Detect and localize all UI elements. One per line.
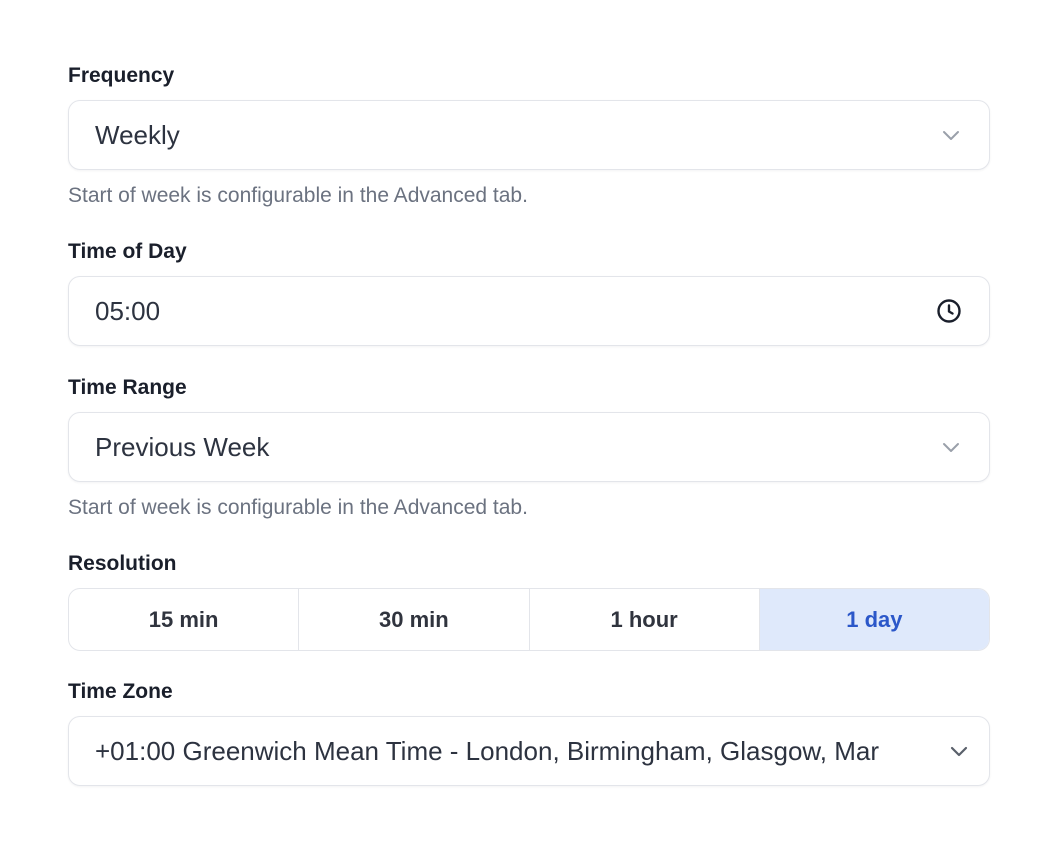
time-range-hint: Start of week is configurable in the Adv…: [68, 496, 528, 519]
time-of-day-input[interactable]: 05:00: [68, 276, 990, 346]
schedule-form: Frequency Weekly Start of week is config…: [0, 0, 1061, 841]
time-zone-select[interactable]: +01:00 Greenwich Mean Time - London, Bir…: [68, 716, 990, 786]
time-of-day-label: Time of Day: [68, 240, 187, 263]
frequency-hint: Start of week is configurable in the Adv…: [68, 184, 528, 207]
time-zone-value: +01:00 Greenwich Mean Time - London, Bir…: [95, 735, 879, 766]
frequency-value: Weekly: [95, 119, 180, 150]
time-range-select[interactable]: Previous Week: [68, 412, 990, 482]
resolution-option-1-hour[interactable]: 1 hour: [530, 589, 760, 650]
resolution-option-30-min[interactable]: 30 min: [299, 589, 530, 650]
time-range-label: Time Range: [68, 376, 187, 399]
chevron-down-icon: [950, 746, 968, 757]
frequency-select[interactable]: Weekly: [68, 100, 990, 170]
resolution-segmented-control: 15 min 30 min 1 hour 1 day: [68, 588, 990, 651]
resolution-label: Resolution: [68, 552, 177, 575]
resolution-option-15-min[interactable]: 15 min: [69, 589, 300, 650]
clock-icon[interactable]: [935, 297, 963, 325]
frequency-label: Frequency: [68, 64, 175, 87]
resolution-option-1-day[interactable]: 1 day: [759, 589, 989, 650]
chevron-down-icon: [943, 131, 959, 140]
time-zone-label: Time Zone: [68, 680, 173, 703]
chevron-down-icon: [943, 443, 959, 452]
time-of-day-value: 05:00: [95, 295, 161, 326]
time-range-value: Previous Week: [95, 431, 270, 462]
